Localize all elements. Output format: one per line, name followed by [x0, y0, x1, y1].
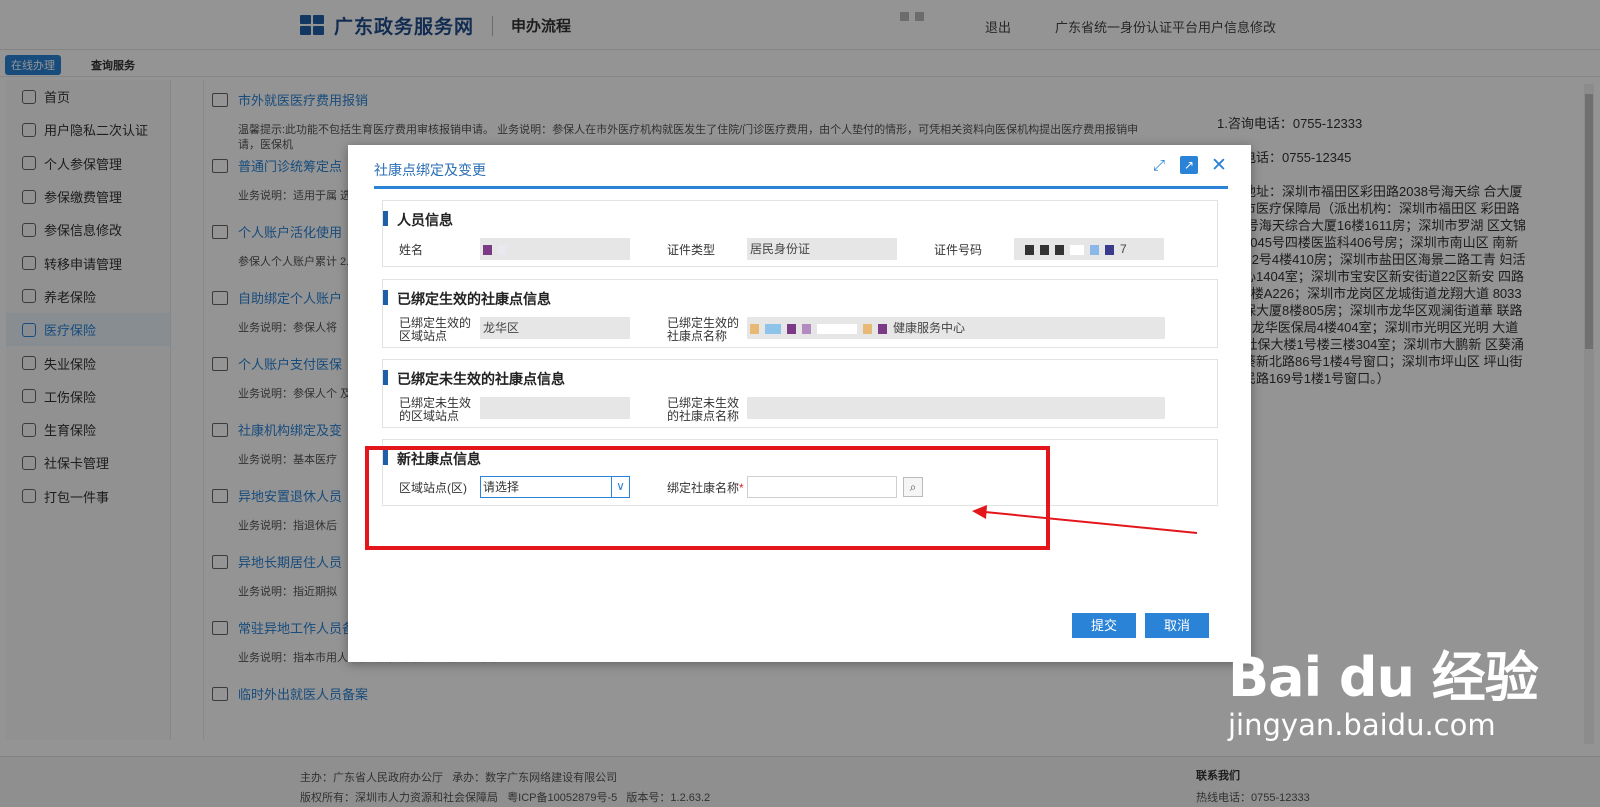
watermark-brand: Bai du 经验	[1228, 646, 1539, 709]
watermark-url: jingyan.baidu.com	[1228, 708, 1496, 742]
baidu-watermark: Bai du 经验 jingyan.baidu.com	[1228, 633, 1539, 742]
